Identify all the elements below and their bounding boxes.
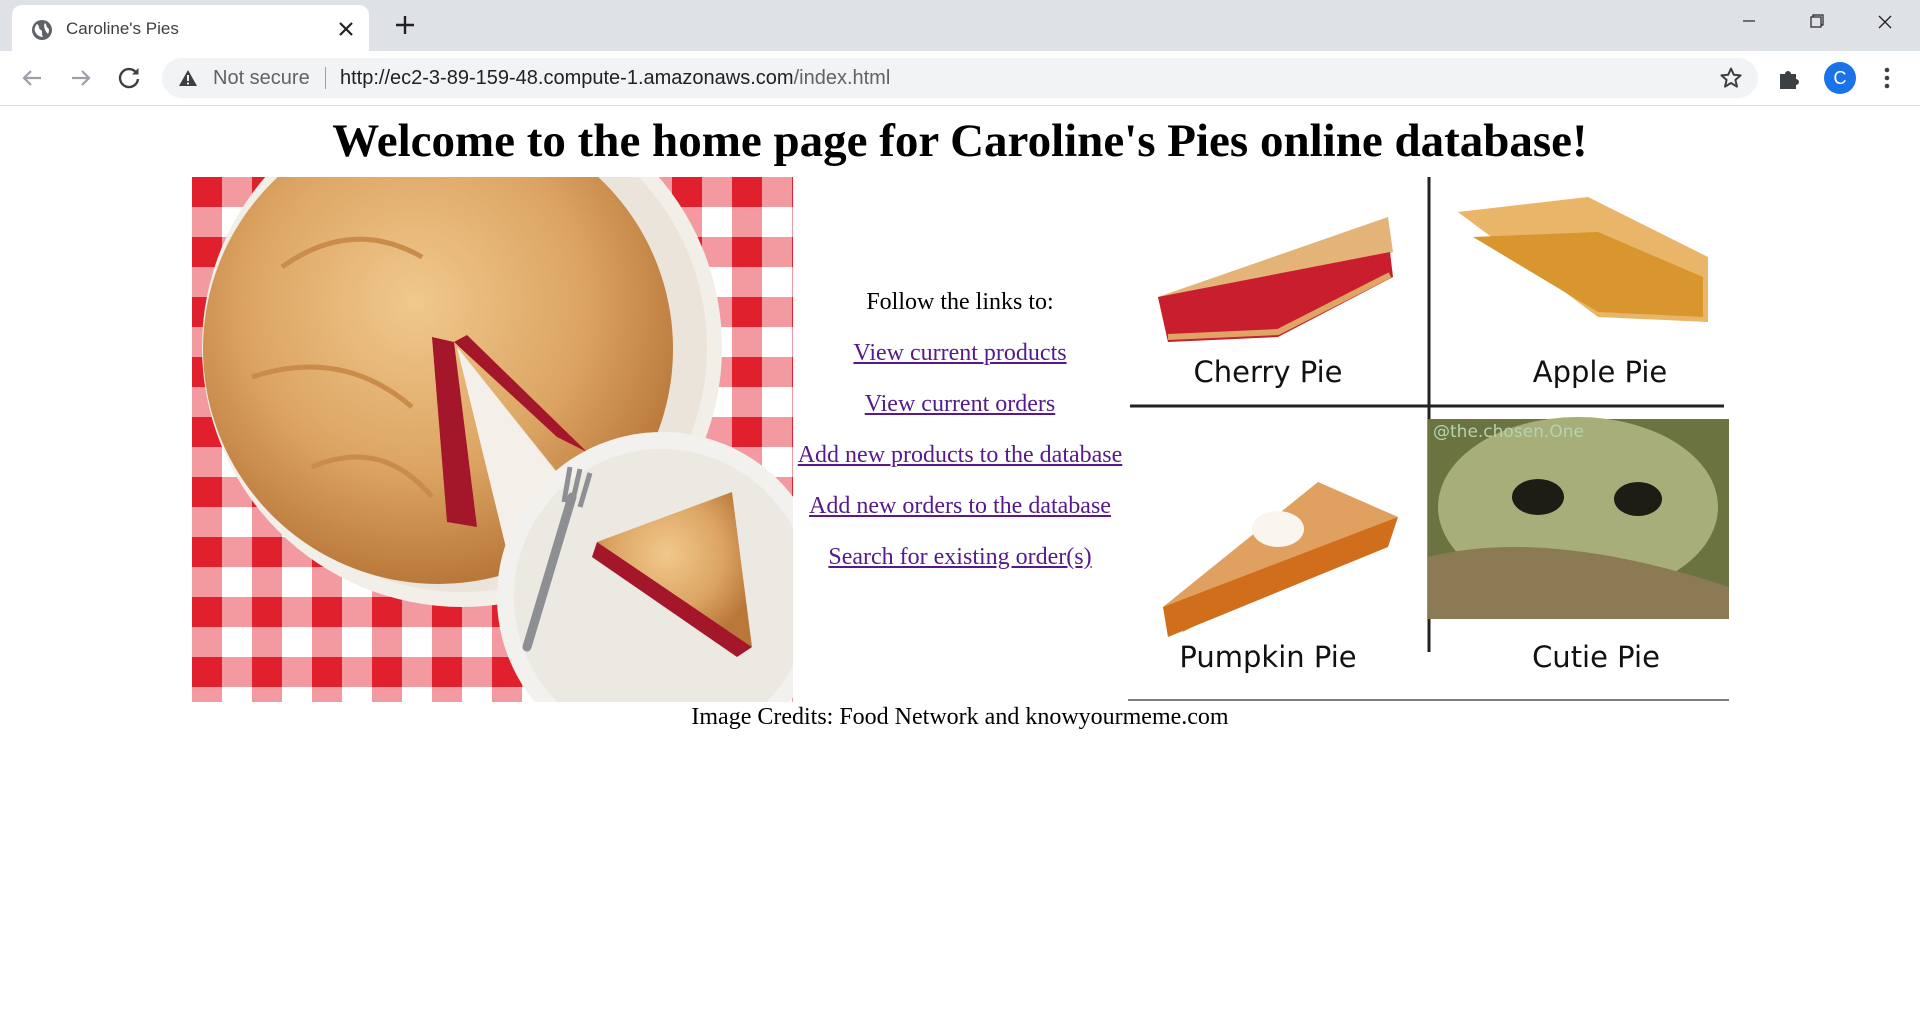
address-bar[interactable]: Not secure http://ec2-3-89-159-48.comput…: [162, 58, 1758, 98]
bookmark-star-icon[interactable]: [1719, 66, 1743, 90]
add-orders-link[interactable]: Add new orders to the database: [793, 493, 1127, 520]
close-tab-icon[interactable]: [334, 17, 358, 41]
kebab-menu-icon[interactable]: [1876, 64, 1898, 92]
warning-icon[interactable]: [178, 69, 198, 87]
cherry-pie-photo: [192, 177, 793, 702]
security-status[interactable]: Not secure: [213, 58, 310, 98]
window-close-icon[interactable]: [1851, 0, 1919, 44]
url-host: http://ec2-3-89-159-48.compute-1.amazona…: [340, 67, 794, 89]
links-panel: Follow the links to: View current produc…: [793, 177, 1127, 702]
extensions-puzzle-icon[interactable]: [1776, 65, 1802, 91]
omnibox-divider: [325, 67, 326, 89]
tab-title: Caroline's Pies: [66, 19, 179, 38]
view-products-link[interactable]: View current products: [793, 340, 1127, 367]
tab-strip: Caroline's Pies: [0, 0, 1920, 51]
url-text[interactable]: http://ec2-3-89-159-48.compute-1.amazona…: [340, 58, 890, 98]
pie-meme-image: Cherry Pie Apple Pie Pumpkin Pie Cutie P…: [1128, 177, 1729, 702]
pumpkin-pie-caption: Pumpkin Pie: [1179, 640, 1356, 674]
view-orders-link[interactable]: View current orders: [793, 391, 1127, 418]
pie-meme-art: Cherry Pie Apple Pie Pumpkin Pie Cutie P…: [1128, 177, 1729, 702]
new-tab-icon[interactable]: [392, 12, 418, 38]
meme-watermark: @the.chosen.One: [1433, 422, 1584, 442]
search-orders-link[interactable]: Search for existing order(s): [793, 544, 1127, 571]
apple-pie-caption: Apple Pie: [1533, 355, 1668, 389]
links-intro: Follow the links to:: [866, 289, 1054, 315]
url-path: /index.html: [793, 67, 891, 89]
cherry-pie-caption: Cherry Pie: [1194, 355, 1343, 389]
cutie-pie-caption: Cutie Pie: [1532, 640, 1660, 674]
web-page: Welcome to the home page for Caroline's …: [0, 106, 1920, 1014]
back-arrow-icon[interactable]: [17, 63, 47, 93]
page-heading: Welcome to the home page for Caroline's …: [332, 115, 1588, 167]
profile-avatar[interactable]: C: [1824, 62, 1856, 94]
browser-toolbar: Not secure http://ec2-3-89-159-48.comput…: [0, 51, 1920, 106]
add-products-link[interactable]: Add new products to the database: [793, 442, 1127, 469]
forward-arrow-icon[interactable]: [66, 63, 96, 93]
minimize-icon[interactable]: [1715, 0, 1783, 44]
restore-icon[interactable]: [1783, 0, 1851, 44]
cherry-pie-photo-art: [192, 177, 793, 702]
globe-icon: [32, 20, 52, 40]
image-credits: Image Credits: Food Network and knowyour…: [691, 704, 1229, 730]
reload-icon[interactable]: [114, 63, 144, 93]
browser-tab[interactable]: Caroline's Pies: [12, 5, 369, 51]
